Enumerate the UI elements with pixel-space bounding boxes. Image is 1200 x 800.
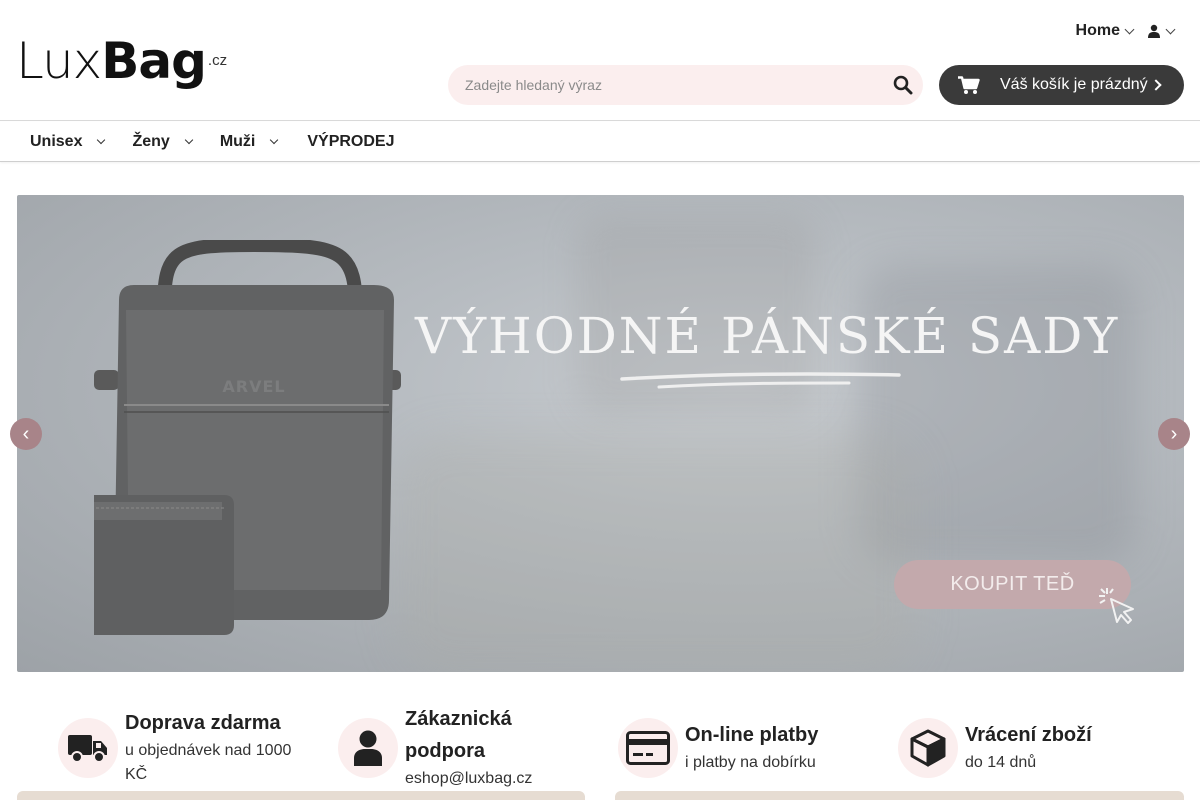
truck-icon-circle (58, 718, 118, 778)
nav-item-label: Ženy (132, 132, 170, 150)
truck-icon (68, 735, 107, 763)
logo-tld: .cz (207, 52, 228, 69)
hero-background-shape (397, 435, 917, 672)
person-icon (354, 730, 382, 766)
carousel-next-button[interactable]: › (1158, 418, 1190, 450)
top-links: Home (1075, 22, 1176, 40)
hero-banner[interactable]: ARVEL VÝHODNÉ PÁNSKÉ SADY KOUPIT TEĎ (17, 195, 1184, 672)
promo-card[interactable] (17, 791, 585, 800)
feature-subtitle: do 14 dnů (965, 754, 1037, 771)
bag-and-wallet-image: ARVEL (94, 240, 401, 635)
feature-subtitle: i platby na dobírku (685, 754, 816, 771)
hero-title: VÝHODNÉ PÁNSKÉ SADY (415, 307, 1120, 365)
nav-item-zeny[interactable]: Ženy (132, 122, 194, 162)
chevron-down-icon (97, 135, 106, 144)
logo-text-lux: Lux (16, 32, 102, 90)
box-icon-circle (898, 718, 958, 778)
site-header: Lux Bag .cz Home Váš košík j (0, 0, 1200, 121)
nav-item-unisex[interactable]: Unisex (30, 122, 106, 162)
user-icon (1148, 24, 1160, 38)
home-label: Home (1075, 22, 1120, 39)
nav-item-label: VÝPRODEJ (307, 132, 395, 150)
chevron-down-icon (270, 135, 279, 144)
user-menu[interactable] (1147, 24, 1176, 38)
chevron-right-icon (1150, 79, 1162, 91)
feature-title: On-line platby (685, 724, 819, 746)
feature-title: Zákaznická podpora (405, 708, 512, 762)
feature-email[interactable]: eshop@luxbag.cz (405, 767, 532, 791)
feature-title: Vrácení zboží (965, 724, 1092, 746)
main-nav: Unisex Ženy Muži VÝPRODEJ (0, 122, 1200, 162)
nav-item-label: Unisex (30, 132, 83, 150)
nav-item-muzi[interactable]: Muži (219, 122, 279, 162)
decorative-underline (620, 372, 901, 389)
buy-now-button[interactable]: KOUPIT TEĎ (894, 560, 1131, 609)
feature-title: Doprava zdarma (125, 712, 281, 734)
nav-item-vyprodej[interactable]: VÝPRODEJ (307, 122, 394, 162)
chevron-down-icon (184, 135, 194, 144)
svg-text:ARVEL: ARVEL (222, 377, 285, 396)
chevron-down-icon (1165, 24, 1176, 34)
search-input[interactable] (448, 65, 868, 105)
site-logo[interactable]: Lux Bag .cz (16, 36, 227, 86)
chevron-down-icon (1124, 24, 1135, 34)
logo-text-bag: Bag (101, 32, 207, 90)
click-cursor-icon (1099, 588, 1134, 624)
box-icon (910, 729, 946, 767)
feature-subtitle: u objednávek nad 1000 KČ (125, 742, 292, 783)
cart-button[interactable]: Váš košík je prázdný (939, 65, 1184, 105)
credit-card-icon (626, 731, 670, 765)
home-menu[interactable]: Home (1075, 22, 1135, 40)
cart-icon (958, 76, 980, 94)
person-icon-circle (338, 718, 398, 778)
search-bar (448, 65, 923, 105)
nav-item-label: Muži (219, 132, 256, 150)
promo-card[interactable] (615, 791, 1184, 800)
cart-label: Váš košík je prázdný (1000, 76, 1148, 93)
search-icon[interactable] (893, 75, 913, 95)
carousel-prev-button[interactable]: ‹ (10, 418, 42, 450)
credit-card-icon-circle (618, 718, 678, 778)
